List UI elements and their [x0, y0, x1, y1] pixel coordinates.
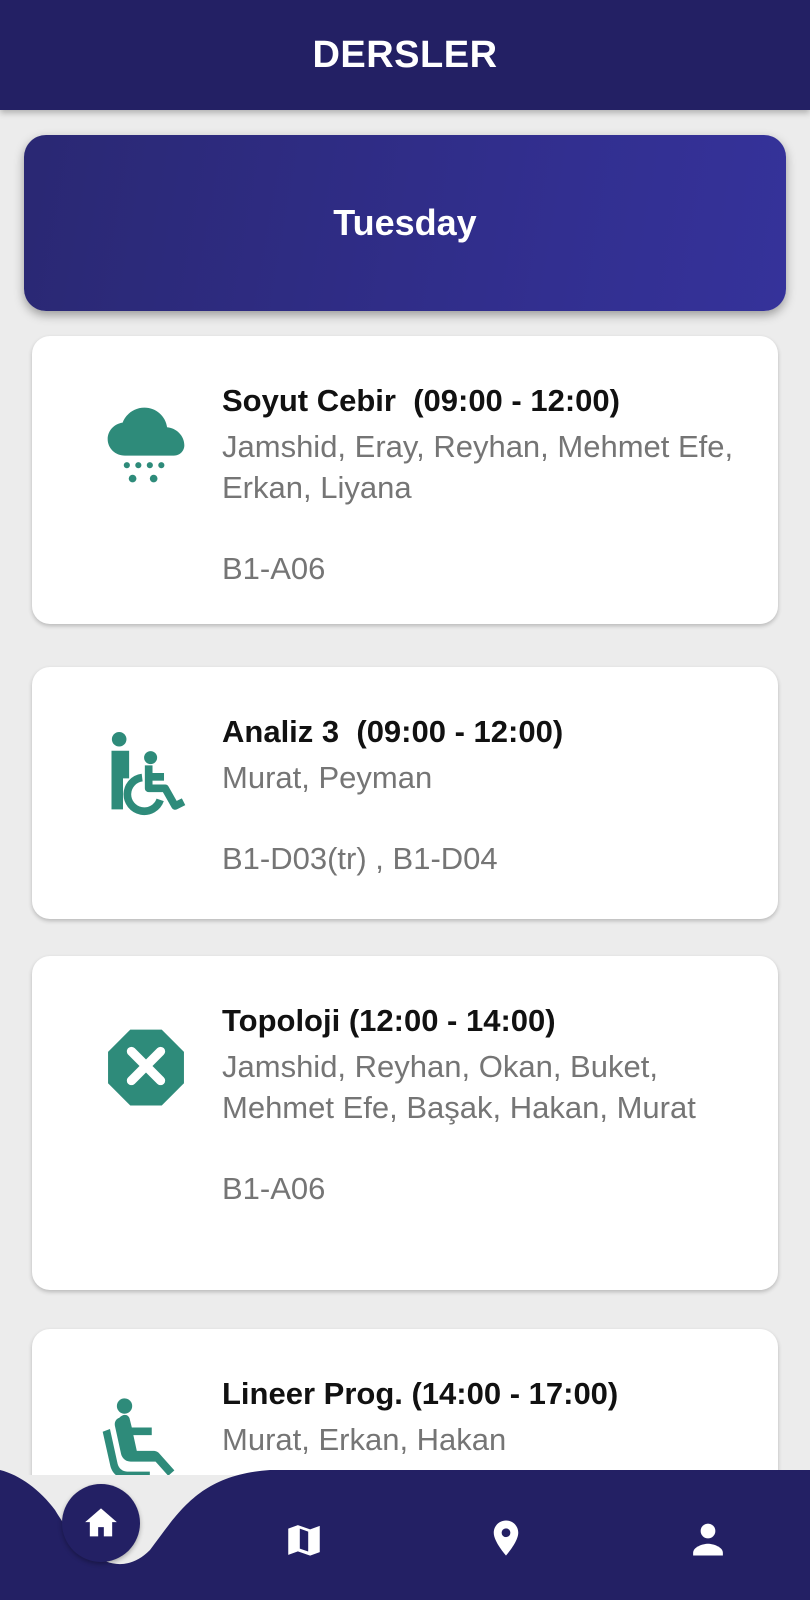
accessible-icon	[98, 725, 194, 821]
map-icon	[288, 1525, 320, 1556]
course-info: Topoloji (12:00 - 14:00) Jamshid, Reyhan…	[222, 1000, 738, 1209]
cancel-octagon-icon	[98, 1018, 194, 1114]
nav-profile-button[interactable]	[678, 1508, 738, 1568]
course-room: B1-A06	[222, 1171, 326, 1206]
course-info: Analiz 3 (09:00 - 12:00) Murat, Peyman B…	[222, 711, 738, 879]
person-icon	[693, 1523, 723, 1556]
course-card[interactable]: Topoloji (12:00 - 14:00) Jamshid, Reyhan…	[32, 956, 778, 1290]
snow-cloud-icon	[98, 398, 194, 494]
course-instructors: Jamshid, Eray, Reyhan, Mehmet Efe, Erkan…	[222, 429, 734, 505]
seated-person-icon	[98, 1391, 194, 1475]
day-banner: Tuesday	[24, 135, 786, 311]
course-title: Topoloji (12:00 - 14:00)	[222, 1003, 556, 1038]
course-instructors: Murat, Erkan, Hakan	[222, 1422, 507, 1457]
course-room: B1-D03(tr) , B1-D04	[222, 841, 498, 876]
location-pin-icon	[493, 1520, 519, 1556]
course-title: Analiz 3 (09:00 - 12:00)	[222, 714, 564, 749]
day-label: Tuesday	[333, 202, 477, 243]
page-title: DERSLER	[312, 33, 498, 76]
app-bar: DERSLER	[0, 0, 810, 110]
course-list[interactable]: Soyut Cebir (09:00 - 12:00) Jamshid, Era…	[0, 330, 810, 1475]
course-info: Soyut Cebir (09:00 - 12:00) Jamshid, Era…	[222, 380, 738, 589]
course-title: Soyut Cebir (09:00 - 12:00)	[222, 383, 620, 418]
course-room: B1-A06	[222, 551, 326, 586]
course-info: Lineer Prog. (14:00 - 17:00) Murat, Erka…	[222, 1373, 738, 1475]
course-title: Lineer Prog. (14:00 - 17:00)	[222, 1376, 619, 1411]
nav-map-button[interactable]	[274, 1510, 334, 1570]
home-icon	[85, 1508, 117, 1537]
nav-location-button[interactable]	[476, 1508, 536, 1568]
course-card[interactable]: Lineer Prog. (14:00 - 17:00) Murat, Erka…	[32, 1329, 778, 1475]
course-instructors: Murat, Peyman	[222, 760, 433, 795]
course-card[interactable]: Analiz 3 (09:00 - 12:00) Murat, Peyman B…	[32, 667, 778, 919]
course-instructors: Jamshid, Reyhan, Okan, Buket, Mehmet Efe…	[222, 1049, 696, 1125]
course-card[interactable]: Soyut Cebir (09:00 - 12:00) Jamshid, Era…	[32, 336, 778, 624]
nav-home-button[interactable]	[62, 1484, 140, 1562]
